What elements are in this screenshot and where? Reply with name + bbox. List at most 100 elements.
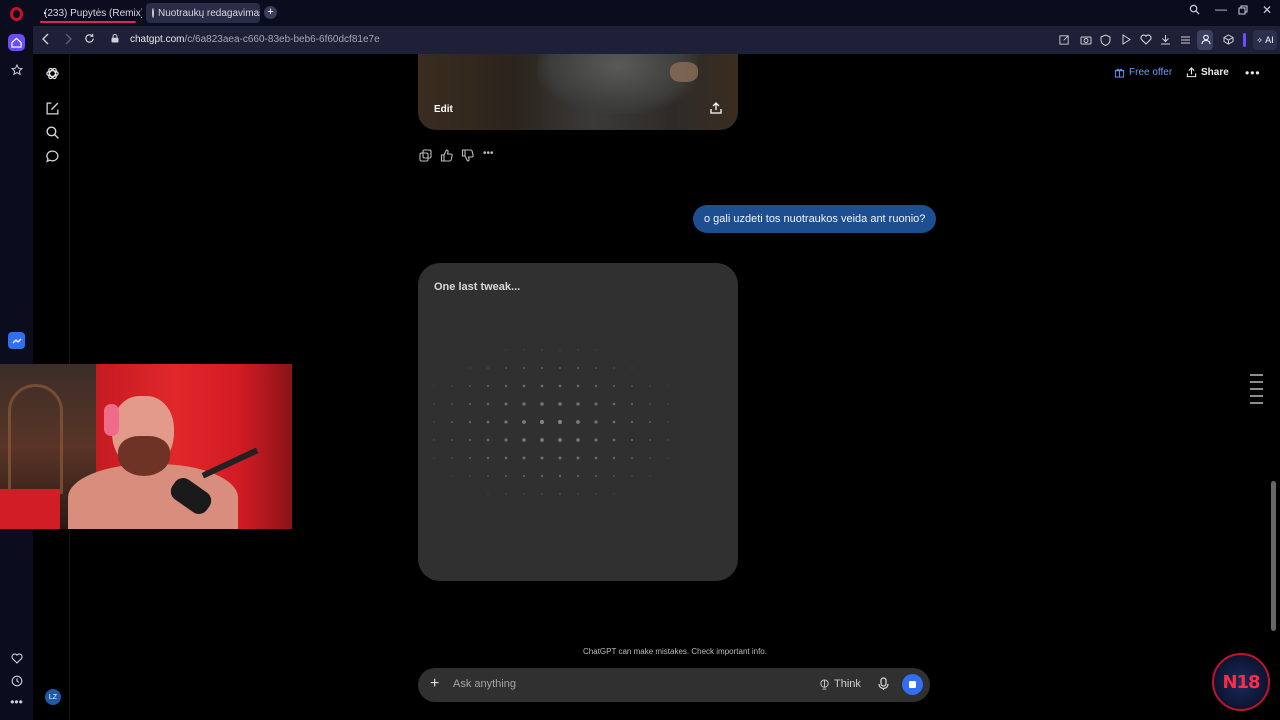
loading-dot bbox=[649, 421, 651, 423]
star-icon[interactable] bbox=[8, 61, 25, 78]
browser-tab-bar: (233) Pupytės (Remix) - Yo Nuotraukų red… bbox=[0, 0, 1280, 26]
url-field[interactable]: chatgpt.com/c/6a823aea-c660-83eb-beb6-6f… bbox=[130, 34, 380, 45]
loading-dot bbox=[577, 349, 579, 351]
loading-dot bbox=[649, 385, 651, 387]
heart-bookmark-icon[interactable] bbox=[1139, 33, 1152, 46]
loading-dot bbox=[558, 366, 562, 370]
loading-dot bbox=[504, 474, 508, 478]
scrollbar[interactable] bbox=[1270, 56, 1276, 636]
loading-dot bbox=[577, 367, 579, 369]
loading-dot bbox=[541, 349, 543, 351]
lightbulb-icon bbox=[820, 678, 829, 690]
loading-dots-placeholder bbox=[433, 349, 669, 495]
url-host: chatgpt.com bbox=[130, 34, 185, 45]
loading-dot bbox=[433, 403, 435, 405]
loading-dot bbox=[594, 474, 598, 478]
tab-chatgpt[interactable]: Nuotraukų redagavimas bbox=[146, 3, 260, 23]
webcam-overlay bbox=[0, 364, 292, 529]
loading-dot bbox=[649, 475, 651, 477]
loading-dot bbox=[504, 384, 508, 388]
loading-dot bbox=[558, 456, 562, 460]
search-tabs-icon[interactable] bbox=[1189, 4, 1200, 18]
image-share-icon[interactable] bbox=[709, 101, 723, 115]
player-icon[interactable] bbox=[1119, 33, 1132, 46]
reload-button[interactable] bbox=[84, 33, 95, 47]
loading-dot bbox=[559, 349, 561, 351]
loading-dot bbox=[505, 493, 507, 495]
aria-ai-button[interactable]: ✧ AI bbox=[1253, 30, 1277, 50]
more-actions-icon[interactable]: ••• bbox=[483, 148, 499, 161]
history-clock-icon[interactable] bbox=[8, 672, 25, 689]
add-attachment-button[interactable]: + bbox=[430, 676, 439, 692]
shield-adblock-icon[interactable] bbox=[1099, 33, 1112, 46]
copy-icon[interactable] bbox=[419, 149, 432, 162]
loading-dot bbox=[522, 420, 526, 424]
scrollbar-thumb[interactable] bbox=[1271, 481, 1276, 631]
think-button[interactable]: Think bbox=[819, 678, 861, 690]
more-options-button[interactable]: ••• bbox=[1245, 66, 1261, 80]
home-icon[interactable] bbox=[8, 34, 25, 51]
messenger-icon[interactable] bbox=[8, 332, 25, 349]
free-offer-button[interactable]: Free offer bbox=[1114, 67, 1172, 78]
loading-dot bbox=[504, 420, 508, 424]
back-button[interactable] bbox=[41, 33, 51, 48]
minimize-button[interactable]: — bbox=[1215, 2, 1227, 16]
loading-dot bbox=[631, 367, 633, 369]
loading-dot bbox=[541, 493, 543, 495]
prompt-input[interactable]: Ask anything bbox=[453, 678, 516, 690]
loading-dot bbox=[451, 439, 453, 441]
forward-button[interactable] bbox=[63, 33, 73, 48]
generated-image[interactable] bbox=[418, 54, 738, 130]
loading-dot bbox=[433, 385, 435, 387]
loading-dot bbox=[433, 421, 435, 423]
image-hand bbox=[670, 62, 698, 82]
tab-label: Nuotraukų redagavimas bbox=[158, 7, 260, 19]
loading-dot bbox=[576, 420, 580, 424]
loading-dot bbox=[558, 474, 562, 478]
share-button[interactable]: Share bbox=[1186, 67, 1229, 78]
loading-dot bbox=[594, 420, 598, 424]
share-label: Share bbox=[1201, 67, 1229, 78]
more-options-icon[interactable]: ••• bbox=[8, 693, 25, 710]
conversation-minimap[interactable] bbox=[1250, 374, 1263, 409]
thumbs-down-icon[interactable] bbox=[461, 149, 474, 162]
opera-logo-icon[interactable] bbox=[10, 7, 23, 21]
tab-youtube[interactable]: (233) Pupytės (Remix) - Yo bbox=[34, 3, 142, 23]
edit-page-icon[interactable] bbox=[1058, 33, 1071, 46]
loading-dot bbox=[595, 349, 597, 351]
easy-setup-icon[interactable] bbox=[1179, 33, 1192, 46]
composer[interactable]: + Ask anything Think bbox=[418, 668, 930, 702]
new-chat-icon[interactable] bbox=[45, 101, 60, 116]
image-generating-card: One last tweak... bbox=[418, 263, 738, 581]
loading-dot bbox=[505, 367, 507, 369]
loading-dot bbox=[667, 439, 669, 441]
loading-dot bbox=[540, 456, 544, 460]
loading-dot bbox=[451, 421, 453, 423]
loading-dot bbox=[613, 475, 615, 477]
thumbs-up-icon[interactable] bbox=[440, 149, 453, 162]
loading-dot bbox=[594, 384, 598, 388]
loading-dot bbox=[522, 456, 526, 460]
loading-dot bbox=[486, 420, 490, 424]
restore-button[interactable] bbox=[1238, 4, 1248, 18]
close-window-button[interactable]: ✕ bbox=[1262, 3, 1272, 17]
loading-dot bbox=[451, 403, 453, 405]
loading-dot bbox=[630, 456, 634, 460]
camera-snapshot-icon[interactable] bbox=[1079, 33, 1092, 46]
search-chats-icon[interactable] bbox=[45, 125, 60, 140]
stop-generating-button[interactable] bbox=[902, 674, 923, 695]
mic-arm bbox=[201, 447, 259, 479]
edit-image-button[interactable]: Edit bbox=[434, 104, 453, 115]
microphone-icon[interactable] bbox=[878, 677, 889, 691]
loading-dot bbox=[433, 439, 435, 441]
lock-icon[interactable] bbox=[111, 34, 119, 43]
chat-bubble-icon[interactable] bbox=[45, 149, 60, 164]
headphones-icon bbox=[104, 404, 119, 436]
download-icon[interactable] bbox=[1159, 33, 1172, 46]
user-avatar[interactable]: LZ bbox=[45, 689, 61, 705]
new-tab-button[interactable]: + bbox=[264, 6, 277, 19]
loading-dot bbox=[558, 438, 562, 442]
openai-logo-icon[interactable] bbox=[45, 66, 60, 81]
loading-dot bbox=[558, 384, 562, 388]
extensions-cube-icon[interactable] bbox=[1222, 33, 1235, 46]
